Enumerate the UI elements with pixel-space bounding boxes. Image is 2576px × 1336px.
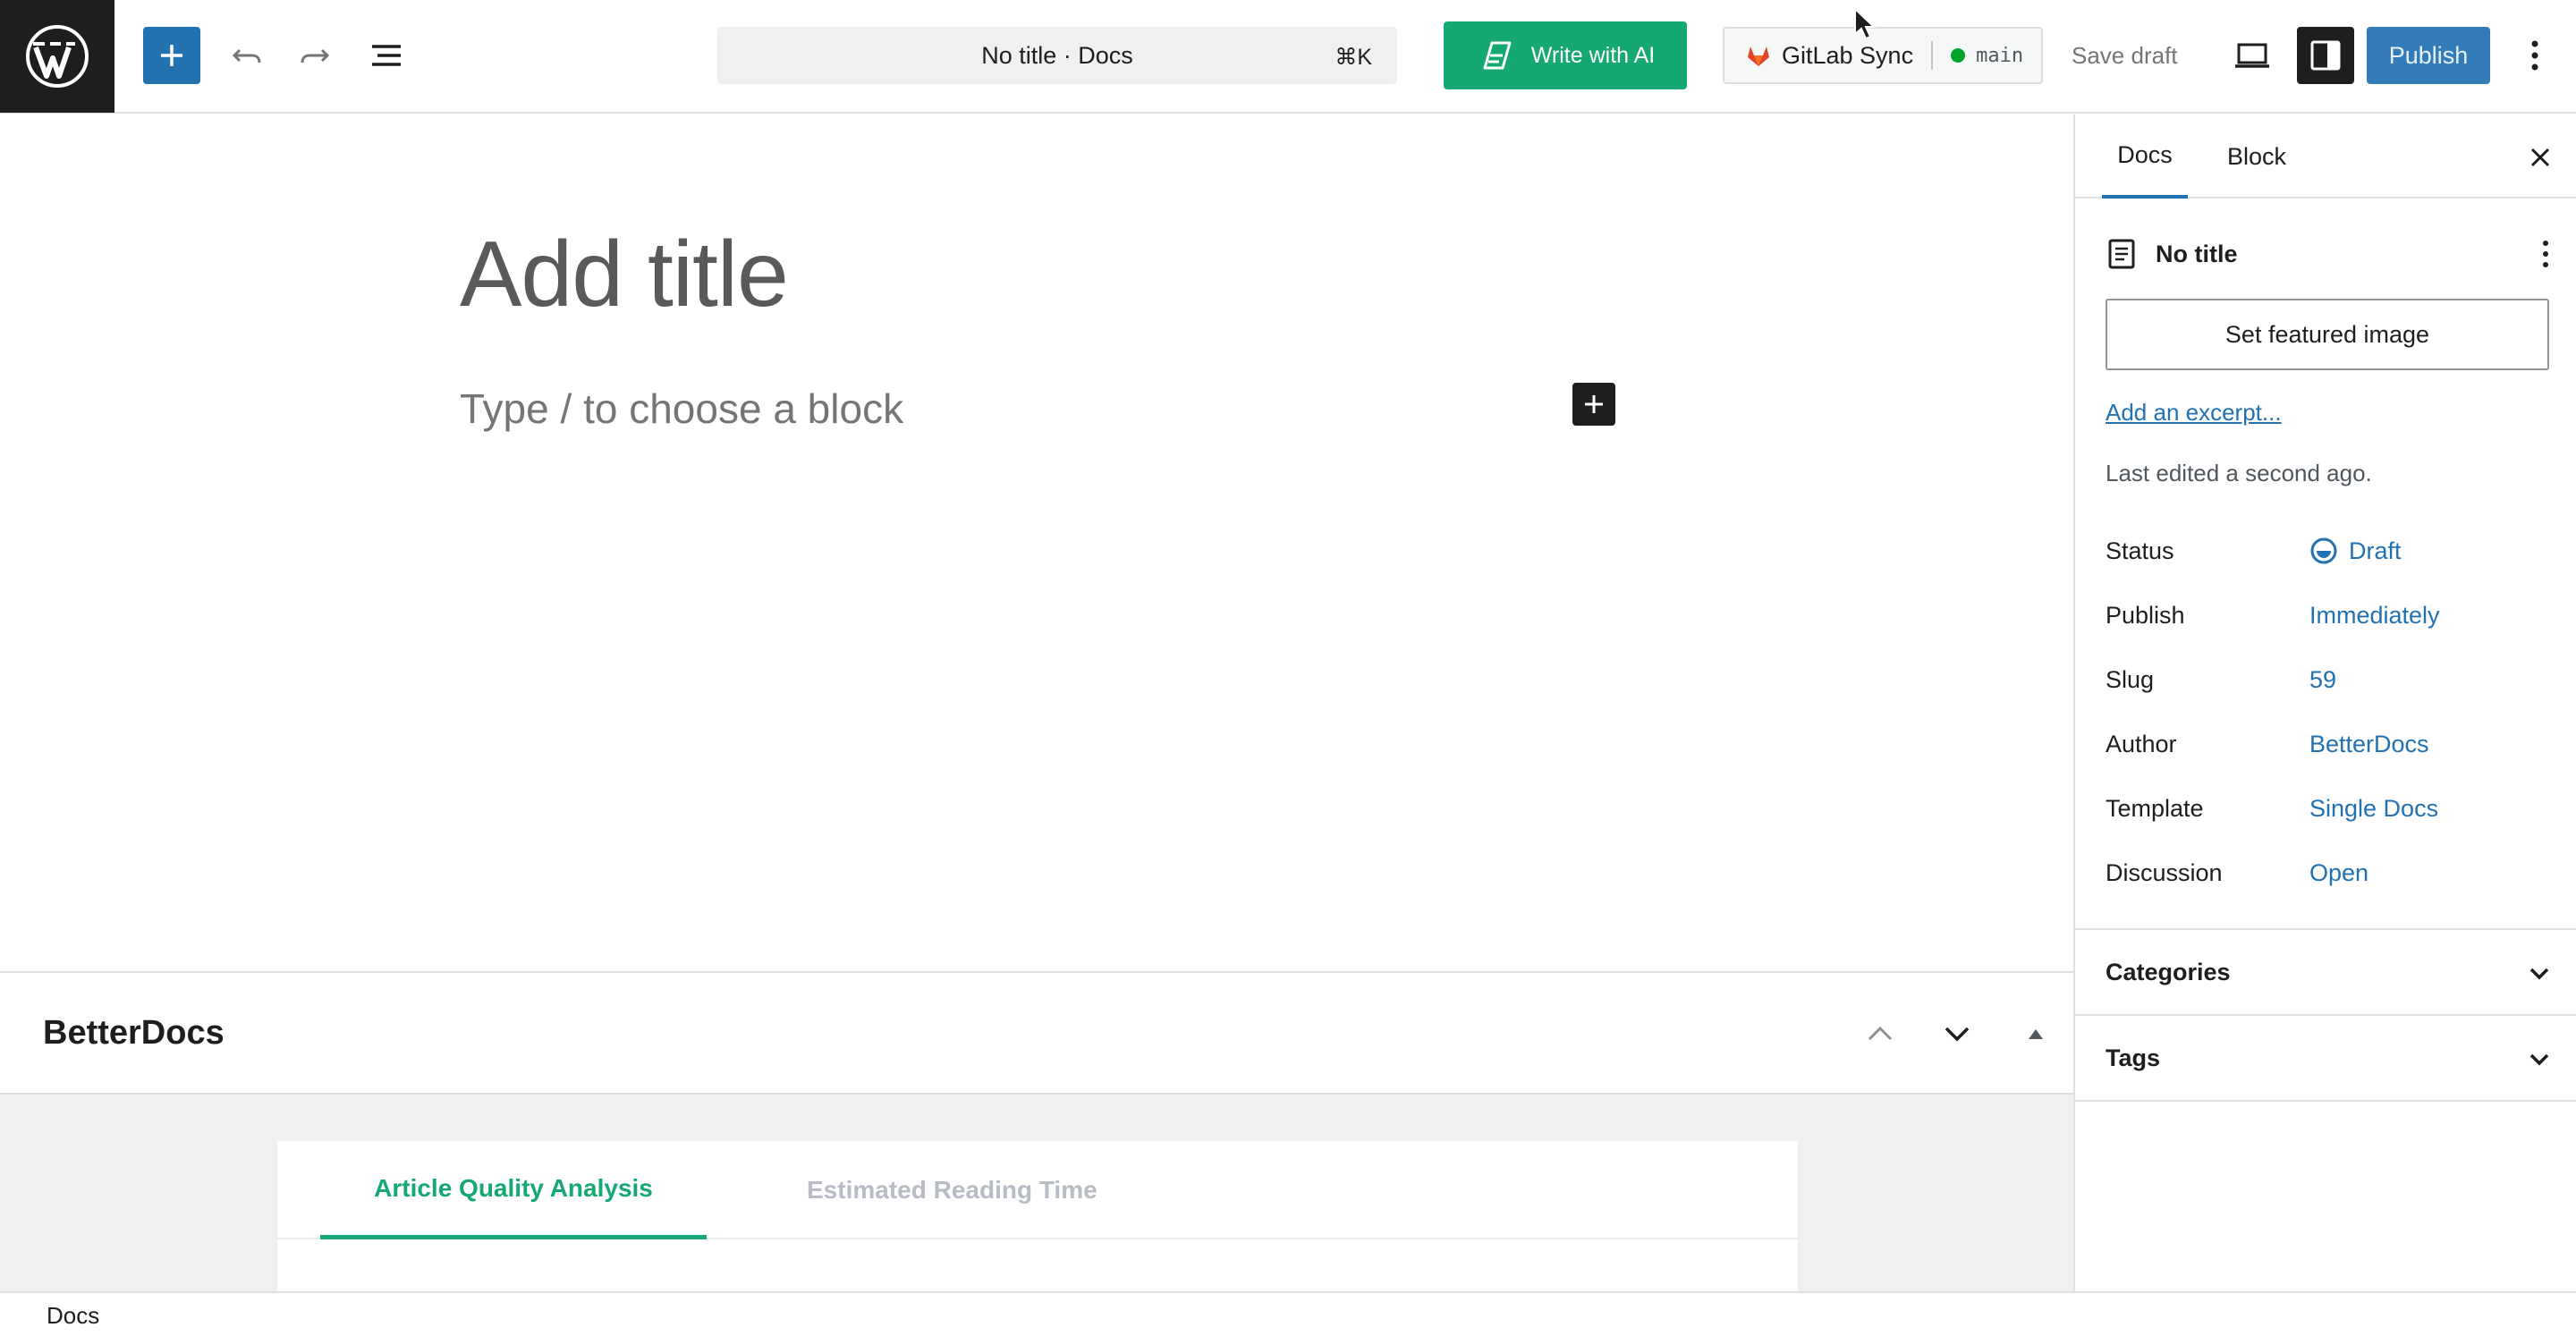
editor-canvas[interactable]: Add title Type / to choose a block: [0, 114, 2073, 971]
slug-label: Slug: [2106, 665, 2155, 693]
more-vertical-icon: [2543, 241, 2548, 267]
tab-article-quality-analysis[interactable]: Article Quality Analysis: [320, 1141, 707, 1239]
discussion-value[interactable]: Open: [2309, 859, 2368, 887]
gitlab-sync-button[interactable]: GitLab Sync main: [1723, 27, 2043, 84]
settings-sidebar: Docs Block No title Set featured image A…: [2073, 114, 2576, 1291]
preview-button[interactable]: [2224, 27, 2281, 84]
move-down-button[interactable]: [1932, 1009, 1982, 1059]
discussion-row: Discussion Open: [2106, 853, 2553, 892]
triangle-up-icon: [2029, 1029, 2043, 1039]
metabox-title: BetterDocs: [43, 1014, 225, 1052]
chevron-down-icon: [2529, 968, 2549, 980]
document-icon: [2108, 239, 2135, 269]
draft-status-icon: [2310, 537, 2337, 564]
publish-row: Publish Immediately: [2106, 596, 2553, 635]
write-with-ai-label: Write with AI: [1530, 42, 1656, 68]
settings-toggle-button[interactable]: [2297, 27, 2354, 84]
save-draft-button[interactable]: Save draft: [2072, 27, 2178, 84]
status-value: Draft: [2349, 537, 2402, 564]
chevron-down-icon: [2529, 1053, 2549, 1066]
betterdocs-metabox: BetterDocs Article Quality Analysis Esti…: [0, 971, 2073, 1293]
status-value-button[interactable]: Draft: [2309, 537, 2402, 565]
slug-value[interactable]: 59: [2309, 666, 2336, 694]
toggle-panel-button[interactable]: [2011, 1009, 2061, 1059]
breadcrumb-docs[interactable]: Docs: [47, 1302, 99, 1330]
write-with-ai-button[interactable]: Write with AI: [1444, 21, 1687, 89]
publish-label: Publish: [2106, 601, 2185, 629]
template-label: Template: [2106, 794, 2204, 822]
betterdocs-tabs: Article Quality Analysis Estimated Readi…: [277, 1141, 1798, 1239]
gitlab-icon: [1748, 47, 1769, 66]
tab-docs[interactable]: Docs: [2102, 114, 2188, 199]
editor-header: No title · Docs ⌘K Write with AI GitLab …: [0, 0, 2576, 114]
betterdocs-panel: Article Quality Analysis Estimated Readi…: [277, 1141, 1798, 1293]
mouse-cursor-icon: [1854, 7, 1877, 40]
move-up-button[interactable]: [1855, 1009, 1905, 1059]
tags-panel-toggle[interactable]: Tags: [2075, 1014, 2576, 1100]
plus-icon: [1585, 395, 1603, 413]
close-sidebar-button[interactable]: [2519, 136, 2562, 179]
chevron-up-icon: [1868, 1026, 1893, 1041]
document-title-label: No title · Docs: [981, 41, 1133, 69]
sidebar-panel-icon: [2310, 40, 2341, 71]
last-edited-text: Last edited a second ago.: [2106, 460, 2372, 486]
redo-button[interactable]: [286, 27, 343, 84]
status-row: Status Draft: [2106, 531, 2553, 571]
publish-value[interactable]: Immediately: [2309, 602, 2440, 630]
sidebar-divider: [2075, 1100, 2576, 1102]
more-vertical-icon: [2531, 40, 2538, 71]
wordpress-logo-icon[interactable]: [0, 0, 114, 113]
chevron-down-icon: [1945, 1027, 1970, 1042]
tab-estimated-reading-time[interactable]: Estimated Reading Time: [807, 1141, 1097, 1239]
categories-label: Categories: [2106, 958, 2231, 985]
close-icon: [2530, 148, 2550, 167]
undo-icon: [232, 48, 261, 63]
sidebar-tabs: Docs Block: [2075, 114, 2576, 199]
publish-button[interactable]: Publish: [2367, 27, 2490, 84]
status-label: Status: [2106, 537, 2174, 564]
gitlab-sync-label: GitLab Sync: [1782, 41, 1914, 69]
tab-block[interactable]: Block: [2216, 114, 2297, 199]
post-title-label: No title: [2156, 240, 2238, 267]
set-featured-image-button[interactable]: Set featured image: [2106, 299, 2549, 370]
discussion-label: Discussion: [2106, 858, 2223, 886]
post-summary-header: No title: [2107, 229, 2563, 279]
metabox-header: BetterDocs: [0, 973, 2073, 1095]
redo-icon: [301, 48, 330, 63]
author-value[interactable]: BetterDocs: [2309, 731, 2429, 758]
ai-feather-icon: [1483, 41, 1512, 70]
editor-app: No title · Docs ⌘K Write with AI GitLab …: [0, 0, 2576, 1336]
post-actions-button[interactable]: [2528, 233, 2563, 275]
undo-button[interactable]: [218, 27, 275, 84]
post-title-input[interactable]: Add title: [460, 222, 789, 328]
author-row: Author BetterDocs: [2106, 724, 2553, 764]
author-label: Author: [2106, 730, 2177, 757]
command-palette-button[interactable]: No title · Docs ⌘K: [717, 27, 1397, 84]
block-breadcrumb-bar: Docs: [0, 1291, 2576, 1336]
tags-label: Tags: [2106, 1044, 2161, 1071]
template-row: Template Single Docs: [2106, 789, 2553, 828]
add-block-button[interactable]: [143, 27, 200, 84]
block-placeholder[interactable]: Type / to choose a block: [460, 385, 903, 433]
branch-status-icon: [1951, 48, 1966, 63]
gitlab-branch-label: main: [1976, 44, 2024, 67]
inline-add-block-button[interactable]: [1572, 383, 1615, 426]
document-overview-button[interactable]: [358, 27, 415, 84]
slug-row: Slug 59: [2106, 660, 2553, 699]
desktop-icon: [2235, 43, 2269, 68]
command-shortcut: ⌘K: [1335, 45, 1372, 70]
list-view-icon: [372, 45, 401, 66]
options-menu-button[interactable]: [2510, 27, 2560, 84]
template-value[interactable]: Single Docs: [2309, 795, 2438, 823]
gitlab-divider: [1931, 41, 1934, 70]
categories-panel-toggle[interactable]: Categories: [2075, 928, 2576, 1014]
add-excerpt-link[interactable]: Add an excerpt...: [2106, 399, 2282, 427]
plus-icon: [161, 45, 182, 66]
